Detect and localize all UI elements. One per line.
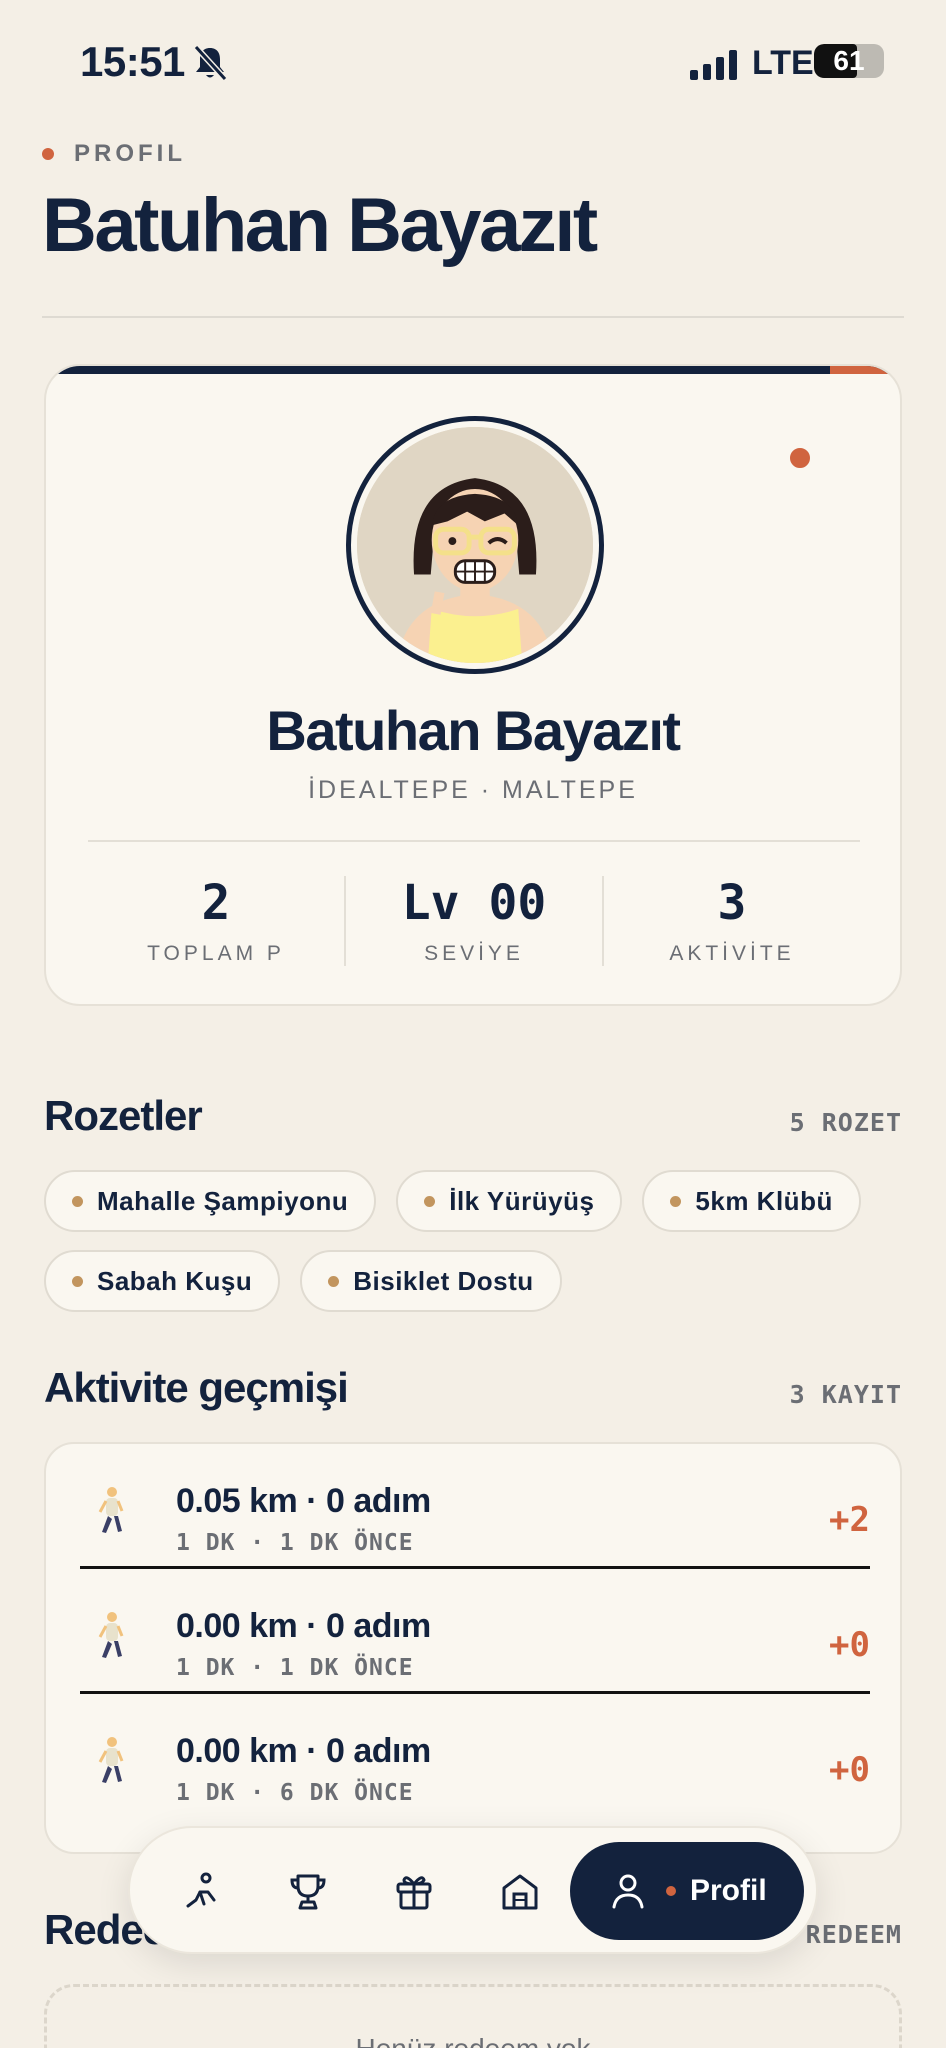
- card-divider: [88, 840, 860, 842]
- badge-dot: [72, 1195, 83, 1207]
- activity-row[interactable]: 0.00 km · 0 adım 1 DK · 6 DK ÖNCE +0: [80, 1694, 870, 1819]
- stat-value: Lv 00: [401, 875, 547, 931]
- signal-icon: [690, 50, 737, 80]
- stat-value: 3: [717, 875, 747, 931]
- activity-row[interactable]: 0.05 km · 0 adım 1 DK · 1 DK ÖNCE +2: [80, 1444, 870, 1569]
- activity-meta: 1 DK · 1 DK ÖNCE: [176, 1655, 414, 1681]
- activity-points: +2: [829, 1500, 870, 1540]
- badge-chip[interactable]: Bisiklet Dostu: [300, 1250, 562, 1312]
- badge-label: Sabah Kuşu: [97, 1265, 253, 1296]
- bottom-tab-bar: Profil: [128, 1826, 818, 1954]
- stat-label: SEVİYE: [424, 942, 524, 965]
- card-top-bar-accent: [830, 366, 900, 374]
- run-icon: [186, 1872, 216, 1908]
- badge-list: Mahalle Şampiyonu İlk Yürüyüş 5km Klübü …: [44, 1170, 906, 1312]
- activity-meta: 1 DK · 1 DK ÖNCE: [176, 1530, 414, 1556]
- active-tab-dot: [666, 1886, 676, 1896]
- page-title: Batuhan Bayazıt: [42, 183, 598, 268]
- walking-person-icon: [98, 1612, 124, 1658]
- badge-dot: [328, 1275, 340, 1287]
- stat-label: TOPLAM P: [147, 942, 285, 965]
- status-dot: [786, 444, 814, 472]
- tab-activity[interactable]: [172, 1862, 232, 1922]
- activity-title: 0.05 km · 0 adım: [176, 1482, 431, 1520]
- home-icon: [502, 1874, 538, 1910]
- badge-label: Bisiklet Dostu: [353, 1265, 534, 1296]
- badge-dot: [424, 1195, 436, 1207]
- stat-total-points: 2 TOPLAM P: [88, 876, 344, 966]
- eyebrow-label: PROFIL: [74, 140, 186, 167]
- profile-stats: 2 TOPLAM P Lv 00 SEVİYE 3 AKTİVİTE: [88, 876, 860, 966]
- activity-row[interactable]: 0.00 km · 0 adım 1 DK · 1 DK ÖNCE +0: [80, 1569, 870, 1694]
- eyebrow-dot: [42, 148, 54, 160]
- profile-location: İDEALTEPE · MALTEPE: [308, 776, 638, 804]
- badge-label: Mahalle Şampiyonu: [97, 1185, 349, 1216]
- badges-count: 5 ROZET: [789, 1108, 902, 1137]
- profile-card: Batuhan Bayazıt İDEALTEPE · MALTEPE 2 TO…: [44, 364, 902, 1006]
- activity-points: +0: [829, 1750, 870, 1790]
- status-time: 15:51: [80, 38, 185, 85]
- tab-neighborhood[interactable]: [490, 1862, 550, 1922]
- network-label: LTE: [752, 44, 814, 82]
- stat-level: Lv 00 SEVİYE: [344, 876, 602, 966]
- activity-meta: 1 DK · 6 DK ÖNCE: [176, 1780, 414, 1806]
- gift-icon: [396, 1876, 432, 1910]
- status-bar: 15:51 LTE 61: [0, 0, 946, 120]
- badges-section-title: Rozetler: [44, 1092, 203, 1139]
- trophy-icon: [290, 1874, 326, 1910]
- stat-value: 2: [201, 875, 231, 931]
- redeem-empty-text: Henüz redeem yok: [47, 2033, 899, 2048]
- header-divider: [42, 316, 904, 318]
- avatar-illustration: [357, 427, 593, 663]
- tab-leaderboard[interactable]: [278, 1862, 338, 1922]
- card-top-bar: [46, 366, 900, 374]
- tab-profile[interactable]: Profil: [570, 1842, 804, 1940]
- bell-muted-icon: [193, 44, 228, 82]
- walking-person-icon: [98, 1487, 124, 1533]
- tab-profile-label: Profil: [690, 1874, 767, 1907]
- battery-level: 61: [833, 45, 865, 76]
- profile-name: Batuhan Bayazıt: [266, 699, 681, 762]
- page-eyebrow: PROFIL: [42, 140, 186, 168]
- stat-activity: 3 AKTİVİTE: [602, 876, 860, 966]
- activity-title: 0.00 km · 0 adım: [176, 1607, 431, 1645]
- badge-chip[interactable]: Sabah Kuşu: [44, 1250, 281, 1312]
- badge-dot: [72, 1275, 83, 1287]
- activity-points: +0: [829, 1625, 870, 1665]
- badge-label: İlk Yürüyüş: [449, 1185, 595, 1216]
- badge-chip[interactable]: 5km Klübü: [642, 1170, 861, 1232]
- stat-label: AKTİVİTE: [669, 942, 795, 965]
- activity-count: 3 KAYIT: [789, 1380, 902, 1409]
- badge-chip[interactable]: İlk Yürüyüş: [396, 1170, 623, 1232]
- redeem-empty-state: Henüz redeem yok: [44, 1984, 902, 2048]
- person-icon: [612, 1874, 644, 1909]
- activity-list: 0.05 km · 0 adım 1 DK · 1 DK ÖNCE +2 0.0…: [44, 1442, 902, 1854]
- badge-chip[interactable]: Mahalle Şampiyonu: [44, 1170, 377, 1232]
- tab-rewards[interactable]: [384, 1862, 444, 1922]
- avatar[interactable]: [357, 427, 593, 663]
- badge-dot: [670, 1195, 682, 1207]
- walking-person-icon: [98, 1737, 124, 1783]
- battery-icon: 61: [814, 44, 884, 78]
- activity-title: 0.00 km · 0 adım: [176, 1732, 431, 1770]
- badge-label: 5km Klübü: [695, 1185, 833, 1216]
- activity-section-title: Aktivite geçmişi: [44, 1364, 349, 1411]
- avatar-ring[interactable]: [346, 416, 604, 674]
